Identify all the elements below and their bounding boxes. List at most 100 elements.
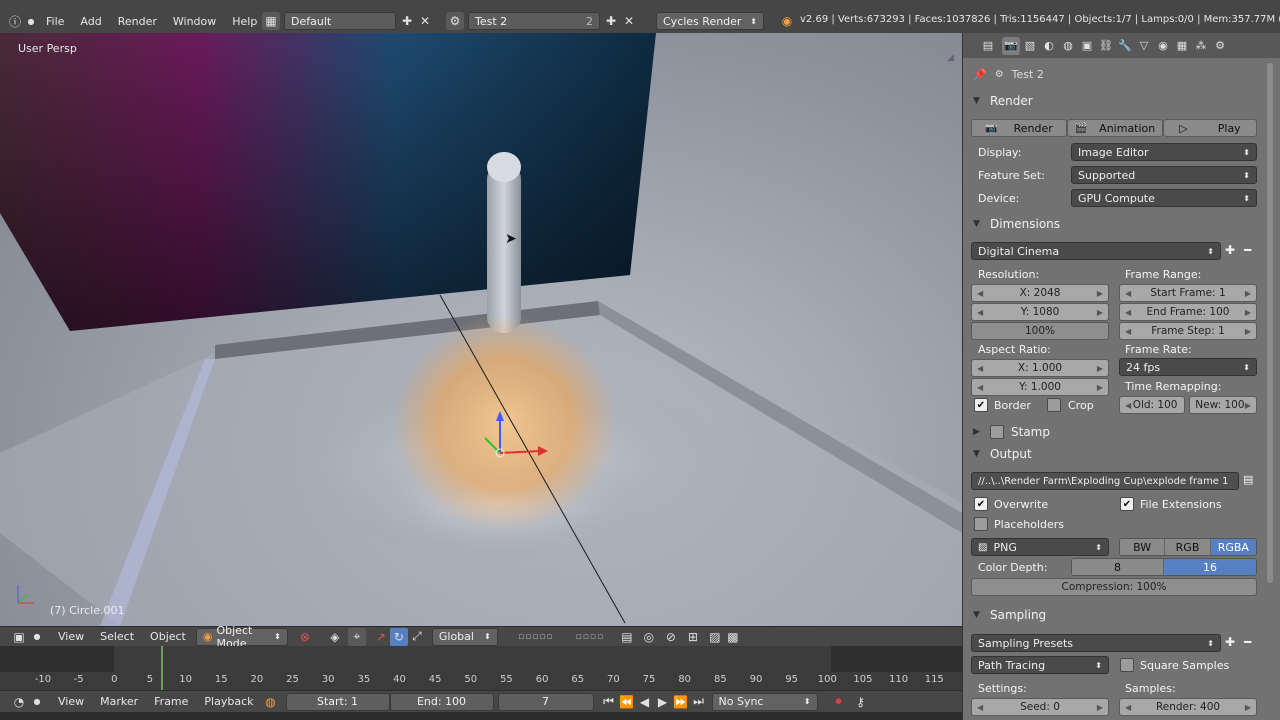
file-format-dropdown[interactable]: ▨ PNG ⬍ <box>971 538 1109 556</box>
object-menu[interactable]: Object <box>142 630 194 643</box>
end-frame-field[interactable]: ◀ End Frame: 100 ▶ <box>1119 303 1257 321</box>
interaction-mode-dropdown[interactable]: ◉ Object Mode ⬍ <box>195 624 288 650</box>
jump-end-icon[interactable]: ⏭ <box>690 693 708 711</box>
add-layout-icon[interactable]: ✚ <box>398 12 416 30</box>
seed-field[interactable]: ◀ Seed: 0 ▶ <box>971 698 1109 716</box>
frame-step-field[interactable]: ◀ Frame Step: 1 ▶ <box>1119 322 1257 340</box>
jump-start-icon[interactable]: ⏮ <box>600 693 618 711</box>
world-tab-icon[interactable]: ◍ <box>1059 37 1077 55</box>
render-button[interactable]: 📷 Render <box>971 119 1067 137</box>
editor-type-icon[interactable]: ▣ <box>8 628 30 646</box>
play-reverse-icon[interactable]: ◀ <box>636 693 654 711</box>
snap-element-icon[interactable]: ⊞ <box>684 628 702 646</box>
menu-add[interactable]: Add <box>72 15 109 28</box>
rotate-manipulator-icon[interactable]: ↻ <box>389 627 408 646</box>
add-sampling-preset-icon[interactable]: ✚ <box>1225 635 1235 649</box>
menu-render[interactable]: Render <box>110 15 165 28</box>
lock-camera-icon[interactable]: ▤ <box>618 628 636 646</box>
file-browser-icon[interactable]: ▤ <box>1243 473 1253 486</box>
display-dropdown[interactable]: Image Editor ⬍ <box>1071 143 1257 161</box>
info-editor-icon[interactable]: ⓘ <box>6 12 24 30</box>
viewport-shading-icon[interactable]: ⊗ <box>296 628 314 646</box>
border-checkbox[interactable]: ✔ <box>974 398 988 412</box>
screen-layout-field[interactable]: Default <box>284 12 396 30</box>
view-menu[interactable]: View <box>50 630 92 643</box>
render-preset-dropdown[interactable]: Digital Cinema ⬍ <box>971 242 1221 260</box>
render-samples-field[interactable]: ◀ Render: 400 ▶ <box>1119 698 1257 716</box>
stamp-enable-checkbox[interactable] <box>990 425 1004 439</box>
start-frame-field[interactable]: ◀ Start Frame: 1 ▶ <box>1119 284 1257 302</box>
render-engine-dropdown[interactable]: Cycles Render ⬍ <box>656 12 764 30</box>
collapse-menu-icon[interactable]: ● <box>24 12 38 30</box>
remove-sampling-preset-icon[interactable]: ━ <box>1244 635 1251 649</box>
file-extensions-checkbox[interactable]: ✔ <box>1120 497 1134 511</box>
render-layers-tab-icon[interactable]: ▧ <box>1021 37 1039 55</box>
start-frame-field[interactable]: Start: 1 <box>285 692 390 711</box>
frame-rate-dropdown[interactable]: 24 fps ⬍ <box>1119 358 1257 376</box>
timeline-editor-icon[interactable]: ◔ <box>8 693 30 711</box>
render-icon[interactable]: ▨ <box>706 628 724 646</box>
output-path-field[interactable]: //..\..\Render Farm\Exploding Cup\explod… <box>971 472 1239 490</box>
collapse-menu-icon[interactable]: ● <box>30 693 44 711</box>
time-remap-old-field[interactable]: ◀ Old: 100 <box>1119 396 1185 414</box>
placeholders-checkbox[interactable] <box>974 517 988 531</box>
constraints-tab-icon[interactable]: ⛓ <box>1097 37 1115 55</box>
screen-layout-icon[interactable]: ▦ <box>262 12 280 30</box>
sampling-panel-header[interactable]: ▼ Sampling <box>973 605 1046 625</box>
translate-manipulator-icon[interactable]: ↗ <box>372 628 390 646</box>
object-tab-icon[interactable]: ▣ <box>1078 37 1096 55</box>
material-tab-icon[interactable]: ◉ <box>1154 37 1172 55</box>
output-panel-header[interactable]: ▼ Output <box>973 444 1032 464</box>
play-button[interactable]: ▷ Play <box>1163 119 1257 137</box>
add-scene-icon[interactable]: ✚ <box>602 12 620 30</box>
data-tab-icon[interactable]: ▽ <box>1135 37 1153 55</box>
timeline-editor[interactable]: -10 -5 0 5 10 15 20 25 30 35 40 45 50 55 60 65 70 75 80 85 9… <box>0 646 962 690</box>
animation-button[interactable]: 🎬 Animation <box>1067 119 1163 137</box>
jump-keyframe-forward-icon[interactable]: ⏩ <box>672 693 690 711</box>
keying-set-icon[interactable]: ⚷ <box>852 693 870 711</box>
pivot-point-icon[interactable]: ◈ <box>326 628 344 646</box>
modifiers-tab-icon[interactable]: 🔧 <box>1116 37 1134 55</box>
compression-slider[interactable]: Compression: 100% <box>971 578 1257 596</box>
collapse-menu-icon[interactable]: ● <box>30 628 44 646</box>
resolution-y-field[interactable]: ◀ Y: 1080 ▶ <box>971 303 1109 321</box>
aspect-y-field[interactable]: ◀ Y: 1.000 ▶ <box>971 378 1109 396</box>
viewport-corner-widget[interactable]: ◢ <box>947 53 954 63</box>
opengl-render-icon[interactable]: ▩ <box>724 628 742 646</box>
color-depth-8[interactable]: 8 <box>1072 559 1164 575</box>
feature-set-dropdown[interactable]: Supported ⬍ <box>1071 166 1257 184</box>
texture-tab-icon[interactable]: ▦ <box>1173 37 1191 55</box>
overwrite-checkbox[interactable]: ✔ <box>974 497 988 511</box>
jump-keyframe-back-icon[interactable]: ⏪ <box>618 693 636 711</box>
scene-field[interactable]: Test 2 2 <box>468 12 600 30</box>
dimensions-panel-header[interactable]: ▼ Dimensions <box>973 214 1060 234</box>
proportional-edit-icon[interactable]: ◎ <box>640 628 658 646</box>
color-mode-rgb[interactable]: RGB <box>1165 539 1211 555</box>
layers-grid-2-icon[interactable]: ▫▫▫▫ <box>566 628 614 646</box>
integrator-dropdown[interactable]: Path Tracing ⬍ <box>971 656 1109 674</box>
aspect-x-field[interactable]: ◀ X: 1.000 ▶ <box>971 359 1109 377</box>
properties-editor-icon[interactable]: ▤ <box>975 37 1001 55</box>
render-panel-header[interactable]: ▼ Render <box>973 91 1033 111</box>
scale-manipulator-icon[interactable]: ⤢ <box>408 628 426 646</box>
select-menu[interactable]: Select <box>92 630 142 643</box>
pin-icon[interactable]: 📌 <box>973 68 987 81</box>
preview-range-icon[interactable]: ◍ <box>262 693 280 711</box>
add-preset-icon[interactable]: ✚ <box>1225 243 1235 257</box>
resolution-percentage-field[interactable]: 100% <box>971 322 1109 340</box>
color-mode-bw[interactable]: BW <box>1120 539 1166 555</box>
color-depth-16[interactable]: 16 <box>1164 559 1256 575</box>
remove-scene-icon[interactable]: ✕ <box>620 12 638 30</box>
end-frame-field[interactable]: End: 100 <box>389 692 494 711</box>
physics-tab-icon[interactable]: ⚙ <box>1211 37 1229 55</box>
properties-scrollbar[interactable] <box>1267 63 1273 583</box>
current-frame-field[interactable]: 7 <box>497 692 594 711</box>
color-mode-rgba[interactable]: RGBA <box>1210 539 1256 555</box>
menu-window[interactable]: Window <box>165 15 224 28</box>
scene-icon[interactable]: ⚙ <box>446 12 464 30</box>
record-keyframe-icon[interactable]: ⏺ <box>830 693 848 711</box>
menu-help[interactable]: Help <box>224 15 265 28</box>
stamp-panel-header[interactable]: ▶ Stamp <box>973 422 1050 442</box>
particles-tab-icon[interactable]: ⁂ <box>1192 37 1210 55</box>
render-tab-icon[interactable]: 📷 <box>1002 36 1020 55</box>
